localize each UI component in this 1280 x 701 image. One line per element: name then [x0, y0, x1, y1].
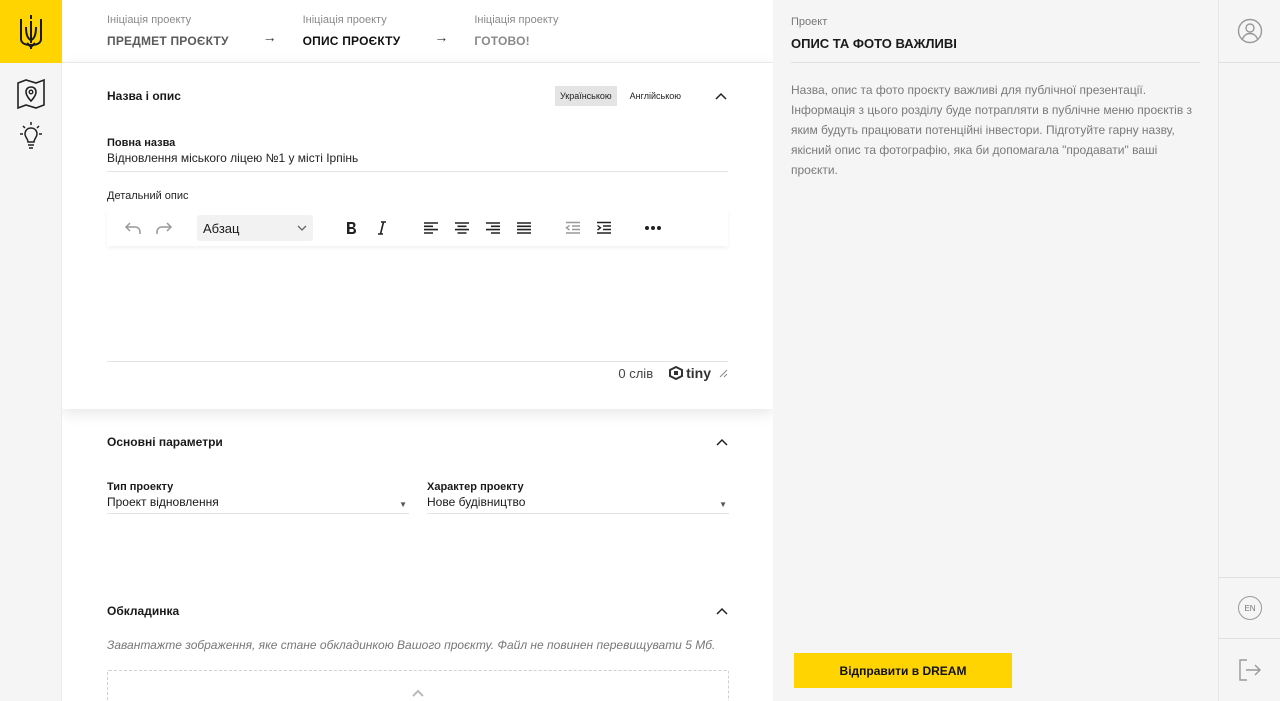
tiny-icon [669, 366, 684, 380]
step-arrow-icon: → [434, 29, 449, 45]
info-panel: Проект ОПИС ТА ФОТО ВАЖЛИВІ Назва, опис … [773, 0, 1218, 701]
language-switch-area: EN [1219, 577, 1280, 639]
align-left-button[interactable] [415, 214, 446, 242]
project-type-label: Тип проекту [107, 481, 174, 493]
step-caption: Ініціація проекту [107, 14, 192, 26]
align-left-icon [423, 222, 438, 234]
redo-button[interactable] [148, 214, 179, 242]
chevron-up-icon[interactable] [715, 435, 729, 449]
info-caption: Проект [791, 16, 828, 28]
logout-button[interactable] [1219, 650, 1280, 690]
name-description-card: Назва і опис Українською Англійською Пов… [62, 63, 773, 409]
step-done[interactable]: Ініціація проекту ГОТОВО! [474, 14, 558, 48]
chevron-up-icon[interactable] [714, 89, 728, 103]
align-justify-icon [516, 222, 531, 234]
main-params-section: Основні параметри Тип проекту Проект від… [107, 409, 729, 514]
step-caption: Ініціація проекту [474, 14, 559, 26]
step-title: ПРЕДМЕТ ПРОЄКТУ [107, 34, 229, 48]
section-header: Основні параметри [107, 409, 729, 475]
right-rail: EN [1218, 0, 1280, 701]
logout-icon [1239, 659, 1261, 681]
trident-logo[interactable] [0, 0, 62, 63]
trident-icon [20, 14, 42, 49]
editor-toolbar: Абзац [107, 210, 728, 246]
tiny-brand: tiny [686, 365, 711, 381]
upload-arrow-icon [412, 689, 424, 697]
redo-icon [155, 222, 172, 234]
bold-icon [346, 222, 356, 234]
step-arrow-icon: → [262, 29, 277, 45]
full-name-label: Повна назва [107, 137, 176, 149]
chevron-up-icon[interactable] [715, 604, 729, 618]
project-nature-value-row[interactable]: Нове будівництво ▼ [427, 493, 729, 514]
outdent-icon [564, 221, 580, 234]
params-row: Тип проекту Проект відновлення ▼ Характе… [107, 481, 729, 514]
justify-button[interactable] [508, 214, 539, 242]
format-value: Абзац [203, 220, 240, 236]
ideas-nav-button[interactable] [0, 115, 62, 157]
map-pin-icon [17, 78, 45, 110]
step-title: ГОТОВО! [474, 34, 530, 48]
step-caption: Ініціація проекту [302, 14, 387, 26]
left-rail [0, 0, 62, 701]
tab-english[interactable]: Англійською [625, 86, 686, 106]
section-title: Основні параметри [107, 435, 223, 449]
lightbulb-icon [20, 122, 42, 149]
section-header: Обкладинка [107, 578, 729, 644]
info-description: Назва, опис та фото проєкту важливі для … [791, 83, 1193, 177]
section-title: Обкладинка [107, 604, 180, 618]
align-right-icon [485, 222, 500, 234]
send-to-dream-button[interactable]: Відправити в DREAM [794, 653, 1012, 688]
align-center-button[interactable] [446, 214, 477, 242]
word-count: 0 слів [618, 365, 654, 381]
cover-hint: Завантажте зображення, яке стане обклади… [107, 638, 716, 652]
more-dots-icon [644, 226, 661, 230]
main-content: Ініціація проекту ПРЕДМЕТ ПРОЄКТУ → Ініц… [62, 0, 773, 701]
section-header: Назва і опис Українською Англійською [107, 63, 728, 129]
description-label: Детальний опис [107, 190, 189, 202]
cover-upload-dropzone[interactable] [107, 670, 729, 701]
more-button[interactable] [637, 214, 668, 242]
language-switch-button[interactable]: EN [1238, 596, 1262, 620]
section-title: Назва і опис [107, 89, 181, 103]
project-nature-select[interactable]: Характер проекту Нове будівництво ▼ [427, 481, 729, 514]
indent-icon [596, 221, 611, 234]
user-avatar-icon[interactable] [1237, 18, 1263, 44]
paragraph-format-select[interactable]: Абзац [197, 215, 313, 241]
tiny-logo[interactable]: tiny [669, 365, 711, 381]
project-nature-value: Нове будівництво [427, 495, 526, 509]
chevron-down-icon [297, 225, 307, 231]
undo-button[interactable] [117, 214, 148, 242]
full-name-input[interactable]: Відновлення міського ліцею №1 у місті Ір… [107, 149, 728, 172]
bold-button[interactable] [335, 214, 366, 242]
project-type-value: Проект відновлення [107, 495, 219, 509]
caret-down-icon: ▼ [719, 500, 727, 509]
info-title: ОПИС ТА ФОТО ВАЖЛИВІ [791, 36, 957, 51]
step-title: ОПИС ПРОЄКТУ [302, 34, 401, 48]
project-type-select[interactable]: Тип проекту Проект відновлення ▼ [107, 481, 409, 514]
step-description[interactable]: Ініціація проекту ОПИС ПРОЄКТУ [303, 14, 401, 48]
undo-icon [124, 222, 141, 234]
italic-button[interactable] [366, 214, 397, 242]
step-subject[interactable]: Ініціація проекту ПРЕДМЕТ ПРОЄКТУ [107, 14, 229, 48]
italic-icon [377, 221, 386, 235]
info-header: Проект ОПИС ТА ФОТО ВАЖЛИВІ [791, 0, 1200, 63]
resize-handle-icon[interactable] [719, 369, 728, 378]
project-nature-label: Характер проекту [427, 481, 524, 493]
cover-section: Обкладинка Завантажте зображення, яке ст… [107, 578, 729, 701]
align-right-button[interactable] [477, 214, 508, 242]
outdent-button[interactable] [557, 214, 588, 242]
map-nav-button[interactable] [0, 73, 62, 115]
indent-button[interactable] [588, 214, 619, 242]
description-editor[interactable] [107, 246, 728, 362]
tab-ukrainian[interactable]: Українською [554, 86, 617, 106]
align-center-icon [454, 222, 469, 234]
profile-area [1219, 0, 1280, 63]
project-type-value-row[interactable]: Проект відновлення ▼ [107, 493, 409, 514]
progress-steps: Ініціація проекту ПРЕДМЕТ ПРОЄКТУ → Ініц… [62, 0, 773, 63]
editor-statusbar: 0 слів tiny [107, 362, 728, 384]
language-tabs: Українською Англійською [554, 86, 728, 106]
caret-down-icon: ▼ [399, 500, 407, 509]
